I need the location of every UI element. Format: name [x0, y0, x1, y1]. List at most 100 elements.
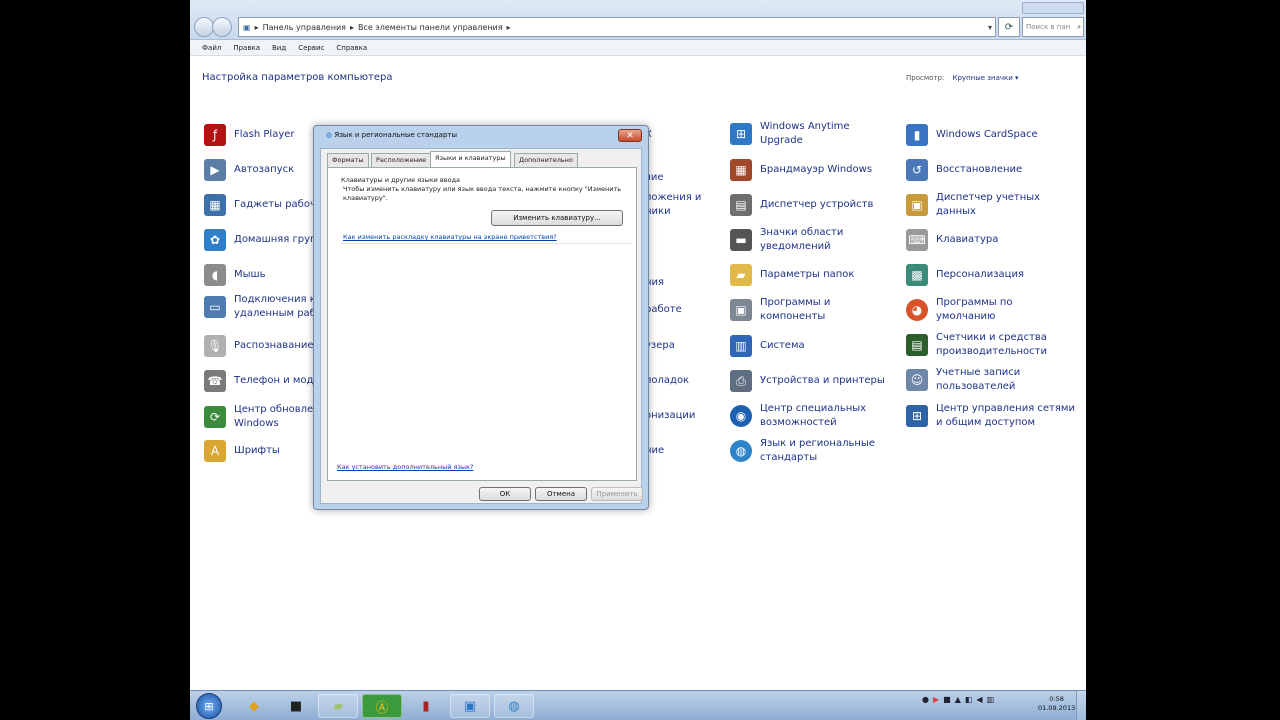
network-tray-icon: ▥	[986, 695, 995, 704]
cp-item-device-manager[interactable]: ▤ Диспетчер устройств	[730, 194, 905, 216]
search-placeholder: Поиск в пан	[1026, 23, 1071, 31]
cp-item-programs-features[interactable]: ▣ Программы и компоненты	[730, 296, 905, 324]
globe-icon: ◍	[326, 131, 333, 139]
cp-item-personalization[interactable]: ▩ Персонализация	[906, 264, 1076, 286]
tab-keyboards-languages[interactable]: Языки и клавиатуры	[430, 151, 511, 167]
tab-location[interactable]: Расположение	[371, 153, 432, 167]
menu-file[interactable]: Файл	[202, 44, 221, 52]
system-tray[interactable]: ● ▶ ■ ▲ ◧ ◀ ▥	[922, 695, 994, 704]
cp-item-devices-printers[interactable]: ⎙ Устройства и принтеры	[730, 370, 905, 392]
address-bar[interactable]: ▣ ▸ Панель управления ▸ Все элементы пан…	[238, 17, 996, 37]
welcome-screen-link[interactable]: Как изменить раскладку клавиатуры на экр…	[343, 233, 557, 241]
cp-item-cardspace[interactable]: ▮ Windows CardSpace	[906, 124, 1076, 146]
app-icon: ▰	[333, 698, 343, 714]
taskbar-app-6[interactable]: ▣	[450, 694, 490, 718]
flash-icon: ƒ	[204, 124, 226, 146]
cp-item-col2-7[interactable]: лоладок	[645, 374, 715, 388]
taskbar-app-2[interactable]: ■	[276, 694, 316, 718]
cancel-button[interactable]: Отмена	[535, 487, 587, 501]
cp-item-col2-6[interactable]: узера	[645, 339, 715, 353]
tab-formats[interactable]: Форматы	[327, 153, 369, 167]
folder-icon: ▰	[730, 264, 752, 286]
breadcrumb-control-panel[interactable]: Панель управления	[263, 23, 346, 32]
cp-item-col2-5[interactable]: работе	[645, 303, 715, 317]
ok-button[interactable]: ОК	[479, 487, 531, 501]
breadcrumb-separator: ▸	[254, 22, 259, 32]
clock-time: 0:58	[1049, 695, 1064, 703]
cp-item-performance[interactable]: ▤ Счетчики и средства производительности	[906, 331, 1076, 359]
autoplay-icon: ▶	[204, 159, 226, 181]
microphone-icon: 🎙	[204, 335, 226, 357]
chevron-down-icon[interactable]: ▾	[985, 23, 995, 32]
clock[interactable]: 0:58 01.09.2013	[1038, 695, 1075, 713]
cp-item-col2-4[interactable]: ния	[645, 276, 715, 290]
section-description: Чтобы изменить клавиатуру или язык ввода…	[343, 185, 622, 202]
app-icon: ◆	[249, 698, 259, 714]
mouse-icon: ◖	[204, 264, 226, 286]
gadgets-icon: ▦	[204, 194, 226, 216]
dialog-title: ◍ Язык и региональные стандарты	[326, 131, 457, 139]
personalization-icon: ▩	[906, 264, 928, 286]
notification-icons-icon: ▬	[730, 229, 752, 251]
printer-icon: ⎙	[730, 370, 752, 392]
programs-icon: ▣	[730, 299, 752, 321]
cp-item-col2-2[interactable]: чие	[645, 171, 715, 185]
change-keyboard-button[interactable]: Изменить клавиатуру...	[491, 210, 623, 226]
tray-icon: ●	[922, 695, 929, 704]
view-by-dropdown[interactable]: Крупные значки ▾	[953, 74, 1019, 82]
start-button[interactable]: ⊞	[196, 693, 222, 719]
apply-button[interactable]: Применить	[591, 487, 643, 501]
close-button[interactable]: ✕	[618, 129, 642, 142]
menu-tools[interactable]: Сервис	[298, 44, 324, 52]
cp-item-col2-8[interactable]: онизации	[645, 409, 715, 423]
taskbar-app-3[interactable]: ▰	[318, 694, 358, 718]
recovery-icon: ↺	[906, 159, 928, 181]
cp-item-col2-3[interactable]: ложения и ники	[645, 191, 735, 219]
homegroup-icon: ✿	[204, 229, 226, 251]
menu-view[interactable]: Вид	[272, 44, 286, 52]
tab-administrative[interactable]: Дополнительно	[514, 153, 578, 167]
windows-update-icon: ⟳	[204, 406, 226, 428]
cp-item-keyboard[interactable]: ⌨ Клавиатура	[906, 229, 1076, 251]
menu-help[interactable]: Справка	[336, 44, 367, 52]
dialog-title-text: Язык и региональные стандарты	[334, 131, 458, 139]
cp-item-default-programs[interactable]: ◕ Программы по умолчанию	[906, 296, 1076, 324]
cp-item-region-language[interactable]: ◍ Язык и региональные стандарты	[730, 437, 905, 465]
breadcrumb-separator: ▸	[349, 22, 354, 32]
taskbar-app-5[interactable]: ▮	[406, 694, 446, 718]
back-button[interactable]	[194, 17, 214, 37]
cp-item-credential-manager[interactable]: ▣ Диспетчер учетных данных	[906, 191, 1076, 219]
windows-logo-icon: ⊞	[730, 123, 752, 145]
tray-icon: ◧	[964, 695, 973, 704]
cardspace-icon: ▮	[906, 124, 928, 146]
forward-button[interactable]	[212, 17, 232, 37]
search-input[interactable]: Поиск в пан ⌕	[1022, 17, 1084, 37]
taskbar-app-1[interactable]: ◆	[234, 694, 274, 718]
show-desktop-button[interactable]	[1076, 691, 1086, 720]
refresh-button[interactable]: ⟳	[998, 17, 1020, 37]
cp-item-col2-1[interactable]: X	[645, 128, 715, 142]
cp-item-firewall[interactable]: ▦ Брандмауэр Windows	[730, 159, 905, 181]
cp-item-recovery[interactable]: ↺ Восстановление	[906, 159, 1076, 181]
tray-icon: ■	[943, 695, 951, 704]
section-heading: Клавиатуры и другие языки ввода	[341, 176, 461, 184]
cp-item-notification-icons[interactable]: ▬ Значки области уведомлений	[730, 226, 905, 254]
cp-item-network-center[interactable]: ⊞ Центр управления сетями и общим доступо…	[906, 402, 1076, 430]
cp-item-folder-options[interactable]: ▰ Параметры папок	[730, 264, 905, 286]
taskbar-app-4[interactable]: Ⓐ	[362, 694, 402, 718]
cp-item-system[interactable]: ▥ Система	[730, 335, 905, 357]
install-language-link[interactable]: Как установить дополнительный язык?	[337, 463, 473, 471]
taskbar-control-panel[interactable]: ◍	[494, 694, 534, 718]
device-manager-icon: ▤	[730, 194, 752, 216]
cp-item-anytime-upgrade[interactable]: ⊞ Windows Anytime Upgrade	[730, 120, 905, 148]
divider	[341, 243, 631, 244]
breadcrumb-all-items[interactable]: Все элементы панели управления	[358, 23, 503, 32]
view-by-label: Просмотр:	[906, 74, 945, 82]
cp-item-user-accounts[interactable]: ☺ Учетные записи пользователей	[906, 366, 1076, 394]
menu-edit[interactable]: Правка	[233, 44, 260, 52]
cp-item-ease-of-access[interactable]: ◉ Центр специальных возможностей	[730, 402, 905, 430]
window-controls[interactable]	[1022, 2, 1084, 14]
volume-icon: ◀	[976, 695, 983, 704]
cp-item-col2-9[interactable]: ние	[645, 444, 715, 458]
system-icon: ▥	[730, 335, 752, 357]
